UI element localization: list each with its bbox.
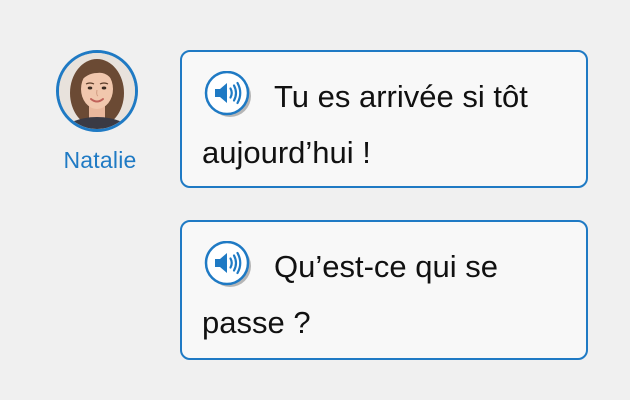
play-audio-button[interactable]	[202, 241, 254, 287]
speaker-icon	[204, 241, 251, 287]
play-audio-button[interactable]	[202, 71, 254, 117]
speaker-name: Natalie	[63, 147, 137, 173]
dialogue-bubble: Tu es arrivée si tôt aujourd’hui !	[180, 50, 588, 188]
avatar-image	[59, 53, 135, 129]
speaker-icon	[204, 71, 251, 117]
dialogue-bubble: Qu’est-ce qui se passe ?	[180, 220, 588, 360]
speaker-avatar	[56, 50, 138, 132]
